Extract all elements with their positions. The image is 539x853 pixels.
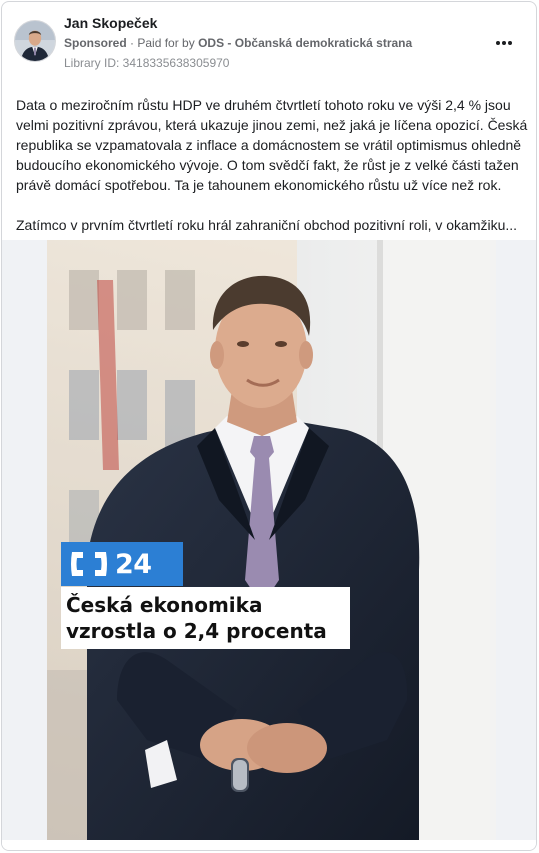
library-id: Library ID: 3418335638305970 [64,56,230,70]
headline-line-2: vzrostla o 2,4 procenta [66,619,327,643]
post-paragraph-1: Data o meziročním růstu HDP ve druhém čt… [16,97,528,193]
more-options-button[interactable] [492,34,516,52]
sponsored-line: Sponsored · Paid for by ODS - Občanská d… [64,36,412,50]
more-dot [508,41,512,45]
post-paragraph-2[interactable]: Zatímco v prvním čtvrtletí roku hrál zah… [16,215,528,235]
portrait-image [47,240,496,840]
ct-logo-icon [69,550,109,578]
sponsored-label: Sponsored [64,36,127,50]
card-footer [2,840,536,850]
creative-headline: Česká ekonomika vzrostla o 2,4 procenta [61,587,350,649]
author-name[interactable]: Jan Skopeček [64,15,157,31]
ct24-logo: 24 [61,542,183,586]
more-horizontal-icon [496,41,500,45]
post-text: Data o meziročním růstu HDP ve druhém čt… [16,95,528,235]
paid-for-prefix: Paid for by [137,36,195,50]
author-avatar[interactable] [14,20,56,62]
ct-logo-shape [71,552,107,576]
post-header: Jan Skopeček Sponsored · Paid for by ODS… [2,2,536,82]
more-dot [502,41,506,45]
avatar-image [15,21,55,61]
ad-media[interactable]: 24 Česká ekonomika vzrostla o 2,4 procen… [2,240,536,840]
headline-line-1: Česká ekonomika [66,593,263,617]
payer-name[interactable]: ODS - Občanská demokratická strana [198,36,412,50]
ad-card: Jan Skopeček Sponsored · Paid for by ODS… [1,1,537,851]
channel-number: 24 [115,548,152,580]
ad-photo[interactable] [47,240,496,840]
